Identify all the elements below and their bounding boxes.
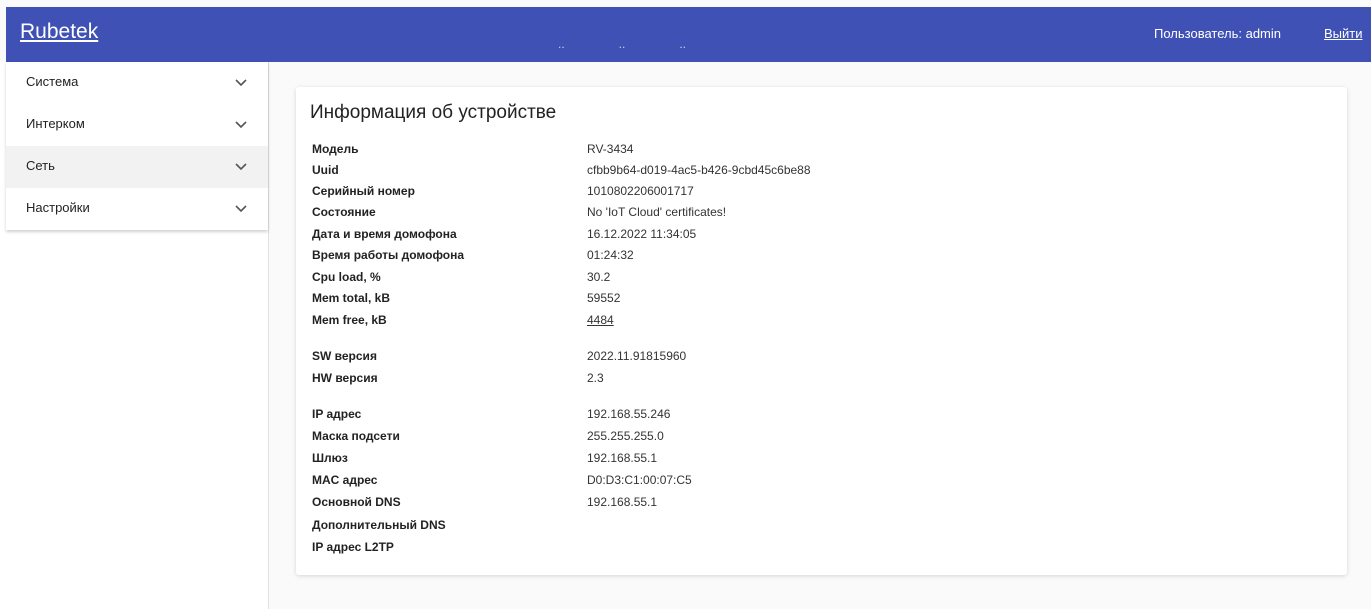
info-value: 59552: [587, 291, 621, 305]
info-row-cpu-load: Cpu load, % 30.2: [312, 270, 1312, 288]
nav-item[interactable]: ..: [679, 37, 686, 51]
info-row-datetime: Дата и время домофона 16.12.2022 11:34:0…: [312, 227, 1312, 245]
info-label: Шлюз: [312, 451, 348, 465]
chevron-down-icon: [235, 163, 247, 171]
info-value: 192.168.55.1: [587, 451, 658, 465]
info-value: No 'IoT Cloud' certificates!: [587, 205, 727, 219]
device-info-card: Информация об устройстве Модель RV-3434 …: [296, 87, 1347, 575]
chevron-down-icon: [235, 205, 247, 213]
info-row-netmask: Маска подсети 255.255.255.0: [312, 429, 1312, 447]
info-value: 30.2: [587, 270, 611, 284]
info-row-secondary-dns: Дополнительный DNS: [312, 518, 1312, 536]
info-row-mac: MAC адрес D0:D3:C1:00:07:C5: [312, 473, 1312, 491]
info-label: Состояние: [312, 205, 376, 219]
top-app-bar: Rubetek .. .. .. Пользователь: admin Вый…: [6, 7, 1371, 62]
info-label: Cpu load, %: [312, 270, 381, 284]
info-label: Дополнительный DNS: [312, 518, 446, 532]
info-row-sw-version: SW версия 2022.11.91815960: [312, 349, 1312, 367]
mem-free-link[interactable]: 4484: [587, 313, 614, 327]
sidebar-item-intercom[interactable]: Интерком: [6, 104, 268, 146]
sidebar-item-label: Сеть: [26, 158, 55, 173]
info-label: MAC адрес: [312, 473, 378, 487]
info-row-uuid: Uuid cfbb9b64-d019-4ac5-b426-9cbd45c6be8…: [312, 163, 1312, 181]
chevron-down-icon: [235, 121, 247, 129]
info-label: Серийный номер: [312, 184, 415, 198]
sidebar-item-label: Настройки: [26, 200, 90, 215]
info-value: D0:D3:C1:00:07:C5: [587, 473, 692, 487]
info-label: Время работы домофона: [312, 248, 465, 262]
info-row-ip: IP адрес 192.168.55.246: [312, 407, 1312, 425]
info-label: Модель: [312, 142, 359, 156]
info-row-uptime: Время работы домофона 01:24:32: [312, 248, 1312, 266]
info-label: SW версия: [312, 349, 377, 363]
info-label: HW версия: [312, 371, 378, 385]
info-label: Uuid: [312, 163, 339, 177]
info-label: Дата и время домофона: [312, 227, 457, 241]
info-label: IP адрес L2TP: [312, 540, 394, 554]
current-user-label: Пользователь: admin: [1154, 26, 1281, 41]
nav-item[interactable]: ..: [619, 37, 626, 51]
info-row-hw-version: HW версия 2.3: [312, 371, 1312, 389]
info-value: 2.3: [587, 371, 604, 385]
sidebar-item-label: Система: [26, 74, 79, 89]
info-label: Маска подсети: [312, 429, 400, 443]
info-row-mem-free: Mem free, kB 4484: [312, 313, 1312, 331]
info-value: 255.255.255.0: [587, 429, 664, 443]
info-value: 1010802206001717: [587, 184, 694, 198]
nav-item[interactable]: ..: [558, 37, 565, 51]
info-row-model: Модель RV-3434: [312, 142, 1312, 160]
sidebar-menu: Система Интерком Сеть Настройки: [6, 62, 268, 230]
card-title: Информация об устройстве: [310, 102, 557, 123]
chevron-down-icon: [235, 79, 247, 87]
info-label: Mem total, kB: [312, 291, 391, 305]
sidebar-item-label: Интерком: [26, 116, 85, 131]
info-row-state: Состояние No 'IoT Cloud' certificates!: [312, 205, 1312, 223]
brand-link[interactable]: Rubetek: [20, 20, 98, 44]
info-value: cfbb9b64-d019-4ac5-b426-9cbd45c6be88: [587, 163, 811, 177]
info-value: 16.12.2022 11:34:05: [587, 227, 697, 241]
info-label: Mem free, kB: [312, 313, 387, 327]
info-value: 192.168.55.246: [587, 407, 671, 421]
logout-link[interactable]: Выйти: [1324, 26, 1363, 41]
nav-placeholders: .. .. ..: [558, 37, 686, 51]
sidebar-item-settings[interactable]: Настройки: [6, 188, 268, 230]
sidebar: Система Интерком Сеть Настройки: [0, 62, 269, 609]
info-label: Основной DNS: [312, 495, 401, 509]
info-value: RV-3434: [587, 142, 634, 156]
info-value: 192.168.55.1: [587, 495, 658, 509]
info-row-l2tp-ip: IP адрес L2TP: [312, 540, 1312, 558]
info-row-primary-dns: Основной DNS 192.168.55.1: [312, 495, 1312, 513]
info-row-gateway: Шлюз 192.168.55.1: [312, 451, 1312, 469]
info-value: 01:24:32: [587, 248, 634, 262]
sidebar-item-system[interactable]: Система: [6, 62, 268, 104]
info-row-serial: Серийный номер 1010802206001717: [312, 184, 1312, 202]
info-row-mem-total: Mem total, kB 59552: [312, 291, 1312, 309]
sidebar-item-network[interactable]: Сеть: [6, 146, 268, 188]
info-label: IP адрес: [312, 407, 362, 421]
info-value: 2022.11.91815960: [587, 349, 687, 363]
